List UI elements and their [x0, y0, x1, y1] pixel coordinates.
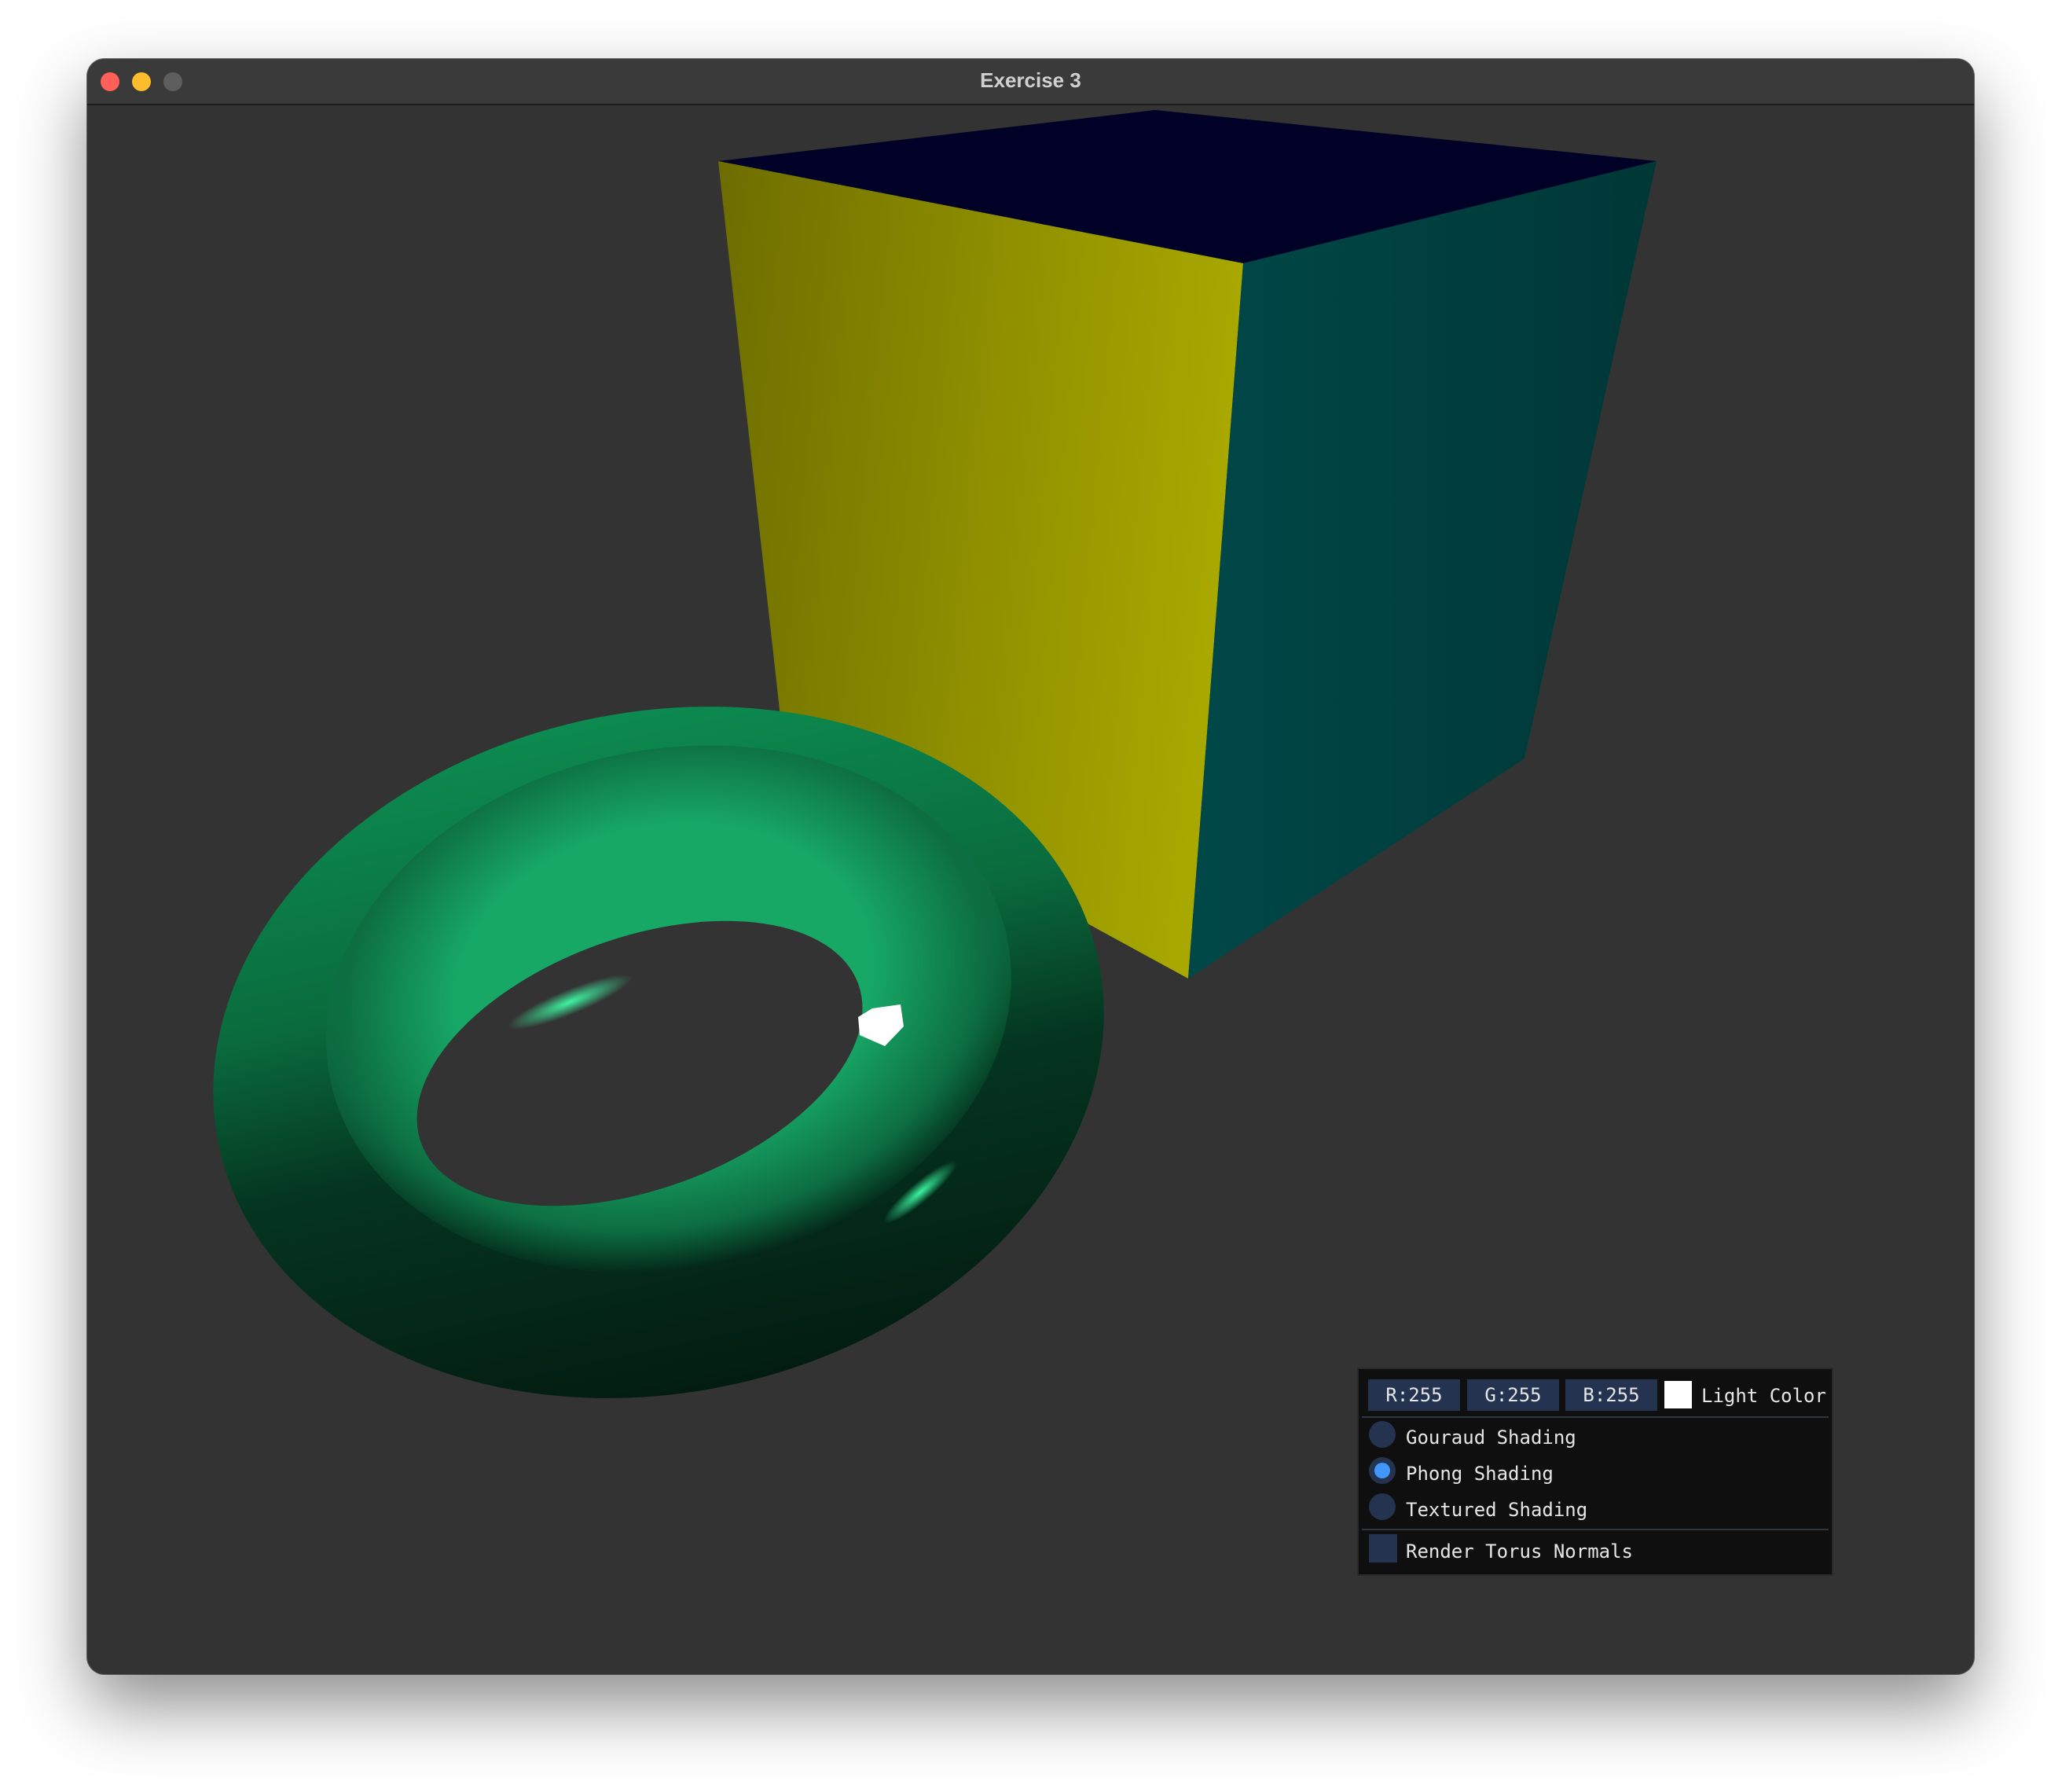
divider [1362, 1529, 1829, 1530]
radio-selected-dot [1374, 1463, 1390, 1478]
render-viewport[interactable]: R:255 G:255 B:255 Light Color Gouraud Sh… [87, 105, 1974, 1674]
textured-radio[interactable] [1369, 1493, 1396, 1520]
light-color-label: Light Color [1701, 1385, 1826, 1407]
light-color-swatch[interactable] [1664, 1381, 1692, 1408]
gouraud-radio[interactable] [1369, 1421, 1396, 1448]
light-blue-slider[interactable]: B:255 [1565, 1379, 1657, 1411]
title-bar[interactable]: Exercise 3 [87, 59, 1974, 105]
render-normals-label: Render Torus Normals [1406, 1540, 1633, 1562]
phong-radio[interactable] [1369, 1457, 1396, 1484]
cube-right-face [1188, 161, 1657, 979]
light-red-slider[interactable]: R:255 [1368, 1379, 1460, 1411]
app-window: Exercise 3 R:255 G:255 B:255 Light Color… [87, 59, 1974, 1674]
phong-label: Phong Shading [1406, 1463, 1554, 1485]
controls-panel: R:255 G:255 B:255 Light Color Gouraud Sh… [1357, 1368, 1833, 1576]
gouraud-label: Gouraud Shading [1406, 1427, 1576, 1449]
textured-label: Textured Shading [1406, 1499, 1588, 1521]
render-normals-checkbox[interactable] [1369, 1534, 1397, 1562]
divider [1362, 1416, 1829, 1418]
light-green-slider[interactable]: G:255 [1467, 1379, 1559, 1411]
window-title: Exercise 3 [980, 68, 1081, 92]
